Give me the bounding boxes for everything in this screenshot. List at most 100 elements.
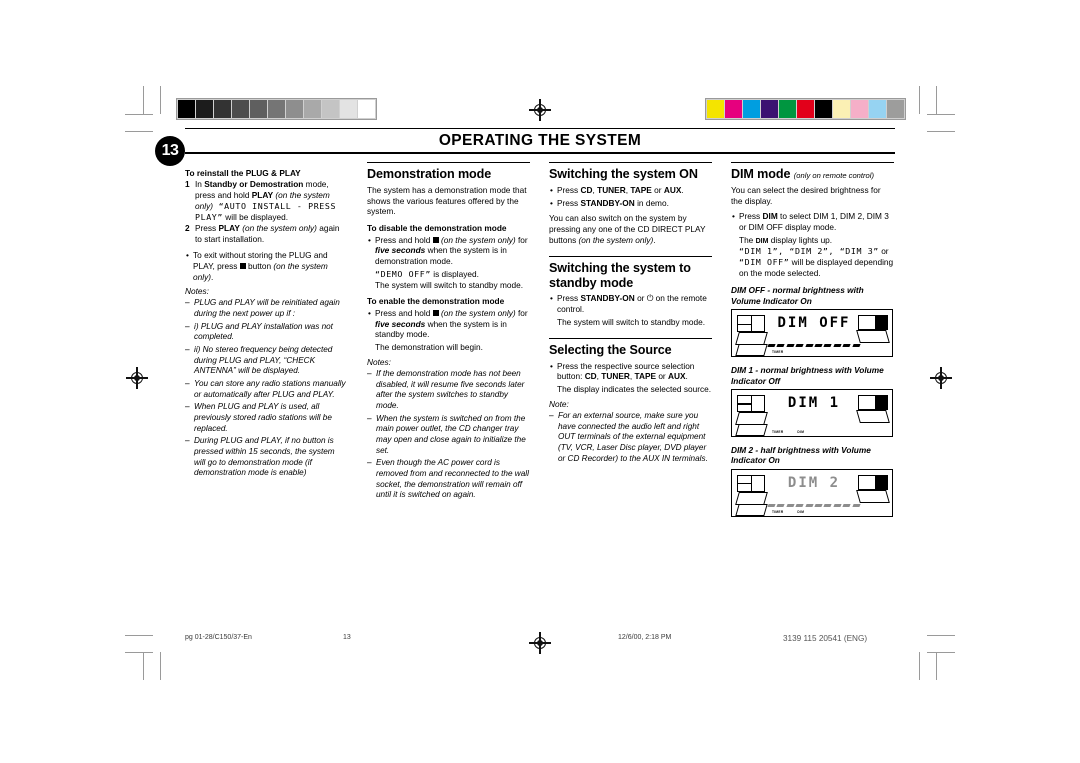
color-swatch-4 bbox=[779, 100, 796, 118]
dim-display-illustration-2: DIM 2 TIMER DIM bbox=[731, 468, 893, 517]
switch-on-paragraph: You can also switch on the system by pre… bbox=[549, 213, 706, 245]
page-title: OPERATING THE SYSTEM bbox=[438, 132, 642, 149]
dim-bullet: Press DIM to select DIM 1, DIM 2, DIM 3 … bbox=[731, 211, 894, 233]
volume-segment bbox=[833, 344, 842, 348]
demo-note-item: If the demonstration mode has not been d… bbox=[367, 369, 530, 412]
lcd-micro-labels-1: TIMER DIM bbox=[772, 430, 818, 434]
lcd-micro-label: TIMER bbox=[772, 429, 784, 434]
lcd-readout-text-1: DIM 1 bbox=[787, 394, 841, 411]
crop-mark-bottom-left-h bbox=[125, 652, 153, 653]
enable-demo-result: The demonstration will begin. bbox=[367, 342, 530, 353]
crop-mark-bottom-right-h2 bbox=[927, 635, 955, 636]
reinstall-step: 2 Press PLAY (on the system only) again t… bbox=[185, 223, 340, 245]
title-rule-top bbox=[185, 128, 895, 129]
disc-grid-icon bbox=[737, 394, 765, 412]
demo-note-item: Even though the AC power cord is removed… bbox=[367, 458, 530, 501]
title-rule-bottom bbox=[185, 152, 895, 154]
reinstall-note-item: ii) No stereo frequency being detected d… bbox=[185, 345, 348, 377]
color-swatch-8 bbox=[851, 100, 868, 118]
footer-timestamp: 12/6/00, 2:18 PM bbox=[618, 634, 672, 641]
lcd-right-icon-cluster bbox=[856, 474, 890, 511]
crop-mark-top-left-v2 bbox=[160, 86, 161, 114]
color-swatch-2 bbox=[743, 100, 760, 118]
heading-dim-mode-text: DIM mode bbox=[731, 167, 791, 181]
dim-result-post: display lights up. bbox=[768, 234, 833, 245]
tape-deck-a-icon bbox=[735, 411, 768, 425]
reinstall-steps: 1 In Standby or Demostration mode, press … bbox=[185, 179, 348, 245]
volume-segment bbox=[823, 503, 833, 507]
lcd-micro-label: TIMER bbox=[772, 509, 784, 514]
volume-segment bbox=[842, 503, 852, 507]
dim-bullet-item: Press DIM to select DIM 1, DIM 2, DIM 3 … bbox=[731, 211, 894, 233]
demo-notes: If the demonstration mode has not been d… bbox=[367, 369, 530, 501]
page-content: 13 OPERATING THE SYSTEM To reinstall the… bbox=[155, 128, 895, 628]
reinstall-note-item: i) PLUG and PLAY installation was not co… bbox=[185, 322, 348, 343]
reinstall-note-item: PLUG and PLAY will be reinitiated again … bbox=[185, 298, 348, 319]
mode-indicator-icon bbox=[858, 474, 888, 490]
reinstall-notes-label: Notes: bbox=[185, 286, 209, 297]
heading-switching-system-on: Switching the system ON bbox=[549, 167, 698, 181]
crop-mark-bottom-left-v2 bbox=[160, 652, 161, 680]
lcd-left-icon-cluster bbox=[735, 315, 768, 357]
tape-deck-b-icon bbox=[735, 423, 768, 436]
reinstall-bullets: To exit without storing the PLUG and PLA… bbox=[185, 250, 348, 282]
switch-on-bullet-item: Press CD, TUNER, TAPE or AUX. bbox=[549, 185, 712, 196]
crop-mark-bottom-right-v bbox=[936, 652, 937, 680]
heading-dim-mode: DIM mode (only on remote control) bbox=[731, 167, 894, 182]
color-swatch-1 bbox=[725, 100, 742, 118]
volume-segment bbox=[852, 344, 861, 348]
reinstall-note-item: When PLUG and PLAY is used, all previous… bbox=[185, 402, 348, 434]
lcd-micro-label: DIM bbox=[797, 429, 805, 434]
tuner-band-icon bbox=[856, 330, 890, 344]
color-swatch-0 bbox=[707, 100, 724, 118]
grayscale-swatch-3 bbox=[232, 100, 249, 118]
crop-mark-top-right-v bbox=[936, 86, 937, 114]
demo-notes-label: Notes: bbox=[367, 356, 391, 367]
disc-grid-icon bbox=[737, 474, 765, 492]
demo-intro: The system has a demonstration mode that… bbox=[367, 184, 527, 217]
volume-segment bbox=[776, 503, 786, 507]
crop-mark-top-left-v bbox=[143, 86, 144, 114]
grayscale-swatch-6 bbox=[286, 100, 303, 118]
crop-mark-top-right-h bbox=[927, 114, 955, 115]
dim-indicator-label: DIM bbox=[755, 237, 769, 245]
standby-bullet: Press STANDBY-ON or ⏻ on the remote cont… bbox=[549, 293, 712, 315]
crop-mark-bottom-right-h bbox=[927, 652, 955, 653]
crop-mark-bottom-left-h2 bbox=[125, 635, 153, 636]
color-swatch-10 bbox=[887, 100, 904, 118]
reinstall-bullet: To exit without storing the PLUG and PLA… bbox=[185, 250, 348, 282]
dim-intro: You can select the desired brightness fo… bbox=[731, 184, 881, 206]
section-rule bbox=[549, 337, 712, 339]
registration-mark-right bbox=[930, 367, 952, 389]
grayscale-swatch-9 bbox=[340, 100, 357, 118]
dim-result-off: “DIM OFF” will be displayed depending on… bbox=[731, 257, 894, 279]
dim-result-modes-tail: or bbox=[878, 246, 889, 257]
crop-mark-top-left-h2 bbox=[125, 131, 153, 132]
column-dim-mode: DIM mode (only on remote control) You ca… bbox=[731, 162, 894, 525]
registration-mark-bottom bbox=[529, 632, 551, 654]
reinstall-notes: PLUG and PLAY will be reinitiated again … bbox=[185, 298, 348, 479]
dim-display-illustrations: DIM OFF - normal brightness with Volume … bbox=[731, 285, 894, 517]
heading-selecting-source: Selecting the Source bbox=[549, 342, 672, 357]
lcd-readout-text-2: DIM 2 bbox=[787, 474, 841, 491]
volume-segment bbox=[805, 503, 814, 507]
color-swatch-6 bbox=[815, 100, 832, 118]
volume-segment bbox=[823, 344, 833, 348]
tape-deck-b-icon bbox=[735, 344, 768, 357]
volume-segment bbox=[795, 503, 805, 507]
lcd-dim-off: “DIM OFF” bbox=[739, 256, 790, 267]
volume-segment bbox=[842, 344, 852, 348]
dim-display-caption-1: DIM 1 - normal brightness with Volume In… bbox=[731, 365, 884, 386]
dim-result-pre: The bbox=[739, 234, 756, 245]
grayscale-swatch-5 bbox=[268, 100, 285, 118]
volume-indicator-bar-0 bbox=[767, 339, 861, 348]
tuner-band-icon bbox=[856, 489, 890, 503]
source-bullet: Press the respective source selection bu… bbox=[549, 361, 712, 383]
enable-demo-bullet: Press and hold (on the system only) for … bbox=[367, 308, 530, 340]
standby-result-text: The system will switch to standby mode. bbox=[557, 317, 706, 328]
lcd-left-icon-cluster bbox=[735, 474, 768, 516]
disable-demo-result2: The system will switch to standby mode. bbox=[367, 280, 530, 291]
heading-demonstration-mode: Demonstration mode bbox=[367, 167, 492, 181]
dim-display-illustration-0: DIM OFF TIMER bbox=[731, 309, 893, 358]
volume-segment bbox=[795, 344, 805, 348]
